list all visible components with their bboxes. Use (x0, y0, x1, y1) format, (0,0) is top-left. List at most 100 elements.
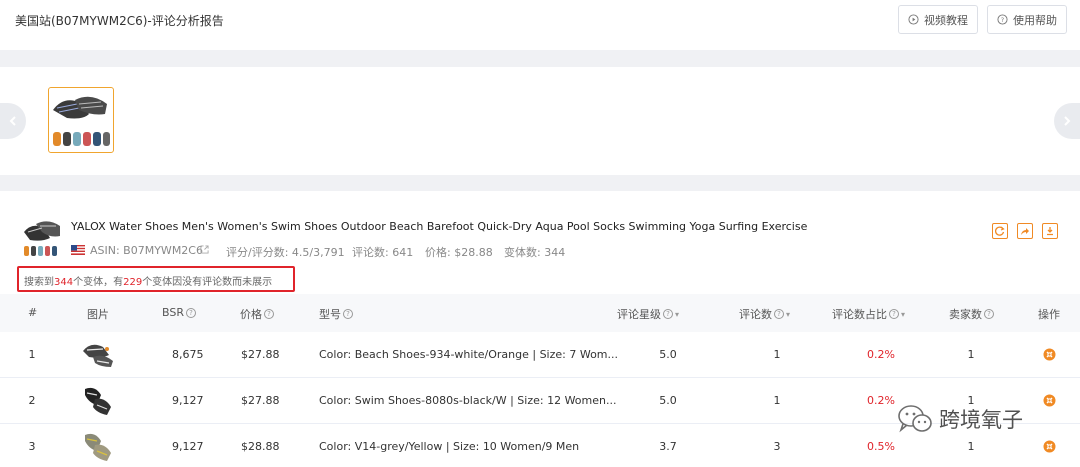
more-circle-icon[interactable] (1043, 394, 1056, 407)
col-index: # (28, 306, 37, 319)
cell-price: $27.88 (241, 394, 280, 407)
cell-reviews: 3 (773, 440, 781, 453)
chevron-right-icon (1064, 116, 1071, 126)
col-model[interactable]: 型号? (319, 306, 353, 322)
video-tutorial-button[interactable]: 视频教程 (898, 5, 978, 34)
cell-share: 0.5% (867, 440, 895, 453)
svg-text:?: ? (1001, 16, 1004, 24)
variant-image (83, 344, 113, 367)
cell-bsr: 9,127 (172, 440, 204, 453)
col-sellers-label: 卖家数 (949, 308, 982, 321)
cell-index: 1 (28, 348, 36, 361)
cell-price: $28.88 (241, 440, 280, 453)
col-bsr-label: BSR (162, 306, 184, 319)
cell-share: 0.2% (867, 348, 895, 361)
cell-model: Color: V14-grey/Yellow | Size: 10 Women/… (319, 440, 580, 453)
page-title: 美国站(B07MYWM2C6)-评论分析报告 (15, 14, 224, 28)
play-circle-icon (908, 14, 919, 25)
question-icon[interactable]: ? (774, 309, 784, 319)
wechat-icon (898, 405, 932, 433)
cell-stars: 5.0 (659, 394, 677, 407)
col-sellers[interactable]: 卖家数? (949, 306, 994, 322)
share-icon (1021, 228, 1029, 235)
variant-notice: 搜索到344个变体，有229个变体因没有评论数而未展示 (17, 266, 295, 292)
cell-share: 0.2% (867, 394, 895, 407)
cell-model: Color: Swim Shoes-8080s-black/W | Size: … (319, 394, 617, 407)
product-image (53, 96, 110, 146)
cell-stars: 3.7 (659, 440, 677, 453)
sort-caret-icon[interactable]: ▾ (901, 310, 905, 319)
sort-caret-icon[interactable]: ▾ (675, 310, 679, 319)
refresh-button[interactable] (992, 223, 1008, 239)
variant-image (85, 387, 111, 415)
col-model-label: 型号 (319, 308, 341, 321)
download-button[interactable] (1042, 223, 1058, 239)
question-icon[interactable]: ? (889, 309, 899, 319)
question-icon[interactable]: ? (264, 309, 274, 319)
cell-reviews: 1 (773, 348, 781, 361)
product-image (24, 221, 60, 256)
notice-hidden-count: 229 (123, 277, 143, 288)
col-share-label: 评论数占比 (832, 308, 887, 321)
col-action-label: 操作 (1038, 308, 1060, 321)
col-stars[interactable]: 评论星级? ▾ (617, 306, 679, 322)
col-action: 操作 (1038, 306, 1060, 322)
col-price[interactable]: 价格? (240, 306, 274, 322)
help-label: 使用帮助 (1013, 13, 1057, 27)
col-bsr[interactable]: BSR? (162, 306, 196, 319)
product-rating: 评分/评分数: 4.5/3,791 (226, 246, 345, 259)
variant-image (85, 433, 111, 461)
cell-sellers: 1 (967, 440, 975, 453)
product-review-count: 评论数: 641 (352, 246, 414, 259)
col-image: 图片 (87, 306, 109, 322)
chevron-left-icon (9, 116, 16, 126)
question-circle-icon: ? (997, 14, 1008, 25)
refresh-icon (995, 226, 1005, 236)
notice-middle: 个变体，有 (73, 277, 124, 288)
more-circle-icon[interactable] (1043, 348, 1056, 361)
col-index-label: # (28, 306, 38, 319)
col-stars-label: 评论星级 (617, 308, 661, 321)
share-button[interactable] (1017, 223, 1033, 239)
col-reviews-label: 评论数 (739, 308, 772, 321)
question-icon[interactable]: ? (663, 309, 673, 319)
notice-suffix: 个变体因没有评论数而未展示 (142, 277, 273, 288)
product-asin: ASIN: B07MYWM2C6 (90, 244, 203, 257)
product-variant-count: 变体数: 344 (504, 246, 566, 259)
help-button[interactable]: ? 使用帮助 (987, 5, 1067, 34)
question-icon[interactable]: ? (984, 309, 994, 319)
watermark: 跨境氧子 (897, 403, 1023, 435)
top-bar: 美国站(B07MYWM2C6)-评论分析报告 视频教程 ? 使用帮助 (0, 0, 1080, 50)
cell-price: $27.88 (241, 348, 280, 361)
more-circle-icon[interactable] (1043, 440, 1056, 453)
col-share[interactable]: 评论数占比? ▾ (832, 306, 905, 322)
product-price: 价格: $28.88 (425, 246, 493, 259)
variant-carousel (0, 67, 1080, 175)
us-flag-icon (71, 245, 85, 255)
sort-caret-icon[interactable]: ▾ (786, 310, 790, 319)
download-icon (1047, 227, 1053, 236)
cell-model: Color: Beach Shoes-934-white/Orange | Si… (319, 348, 619, 361)
cell-sellers: 1 (967, 348, 975, 361)
product-title: YALOX Water Shoes Men's Women's Swim Sho… (71, 220, 808, 233)
table-row[interactable]: 1 8,675 $27.88 Color: Beach Shoes-934-wh… (0, 332, 1080, 378)
table-header: # 图片 BSR? 价格? 型号? 评论星级? ▾ 评论数? ▾ 评论数占比? ▾ 卖… (0, 294, 1080, 332)
carousel-next-button[interactable] (1054, 103, 1080, 139)
watermark-text: 跨境氧子 (939, 408, 1023, 432)
cell-index: 2 (28, 394, 36, 407)
question-icon[interactable]: ? (185, 307, 196, 318)
cell-stars: 5.0 (659, 348, 677, 361)
video-tutorial-label: 视频教程 (924, 13, 968, 27)
cell-bsr: 9,127 (172, 394, 204, 407)
col-reviews[interactable]: 评论数? ▾ (739, 306, 790, 322)
cell-bsr: 8,675 (172, 348, 204, 361)
cell-reviews: 1 (773, 394, 781, 407)
col-price-label: 价格 (240, 308, 262, 321)
cell-index: 3 (28, 440, 36, 453)
notice-found-count: 344 (54, 277, 74, 288)
carousel-prev-button[interactable] (0, 103, 26, 139)
col-image-label: 图片 (87, 308, 109, 321)
variant-thumbnail-selected[interactable] (48, 87, 114, 153)
external-link-icon[interactable] (200, 245, 209, 254)
question-icon[interactable]: ? (343, 309, 353, 319)
